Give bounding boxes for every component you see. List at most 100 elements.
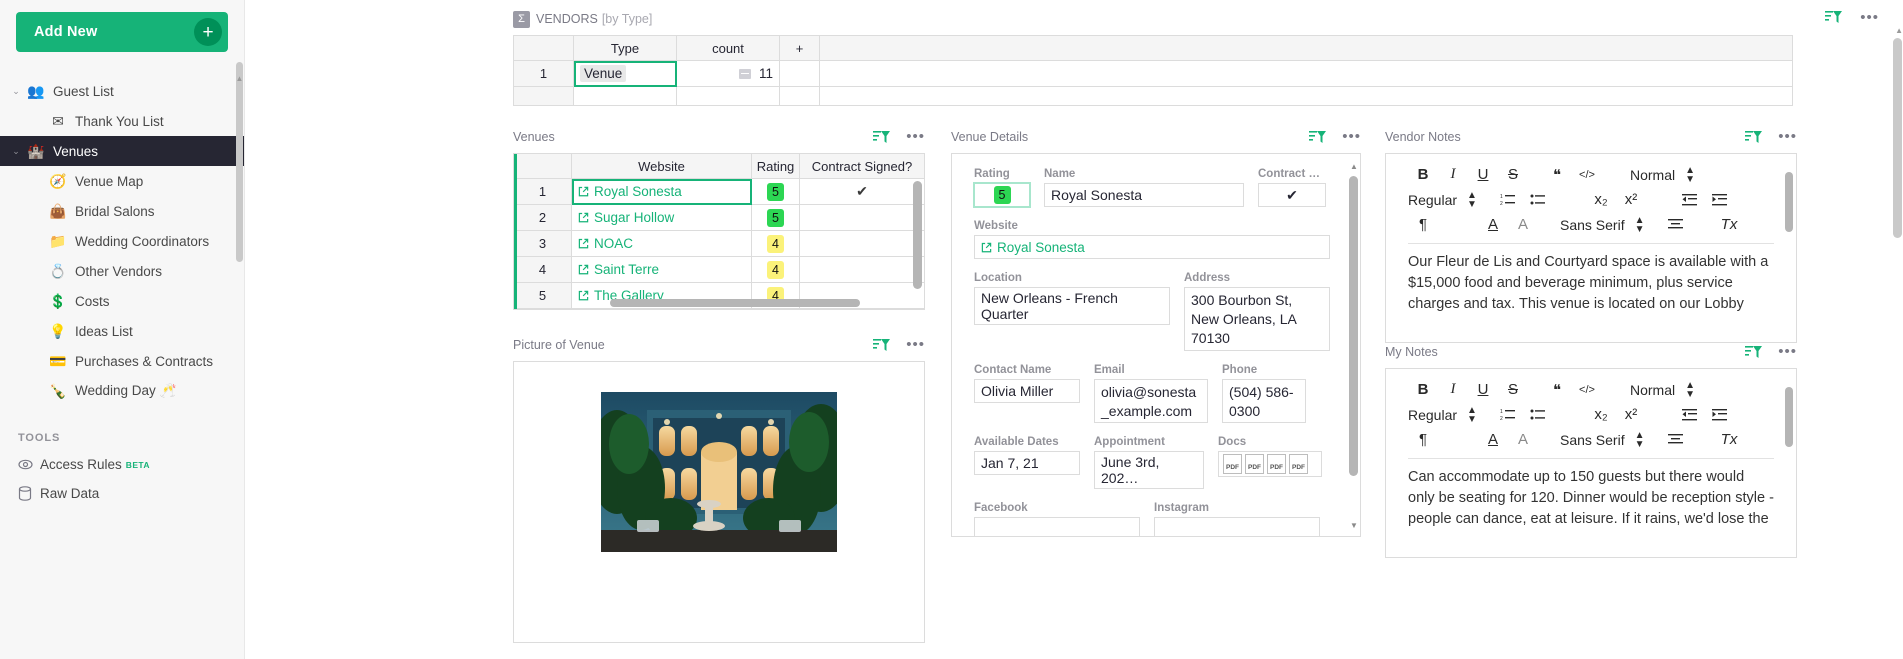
highlight-color-icon[interactable]: A bbox=[1508, 214, 1538, 236]
venue-cell-website[interactable]: Sugar Hollow bbox=[572, 205, 752, 231]
code-icon[interactable]: </> bbox=[1572, 164, 1602, 186]
docs-value[interactable]: PDFPDFPDFPDF bbox=[1218, 451, 1322, 477]
venue-website-link[interactable]: NOAC bbox=[578, 236, 633, 251]
table-row[interactable]: 1Royal Sonesta5✔ bbox=[514, 179, 924, 205]
venues-horizontal-scrollbar[interactable] bbox=[610, 299, 860, 307]
instagram-value[interactable] bbox=[1154, 517, 1320, 537]
italic-button[interactable]: I bbox=[1438, 164, 1468, 186]
venue-cell-rating[interactable]: 4 bbox=[752, 231, 800, 257]
paragraph-style-select[interactable]: Normal ▲▼ bbox=[1630, 166, 1695, 184]
paragraph-style-select[interactable]: Normal ▲▼ bbox=[1630, 381, 1695, 399]
details-scrollbar[interactable] bbox=[1349, 176, 1358, 476]
subscript-button[interactable]: x₂ bbox=[1586, 404, 1616, 426]
venue-website-link[interactable]: Royal Sonesta bbox=[578, 184, 682, 199]
indent-icon[interactable] bbox=[1704, 404, 1734, 426]
sort-filter-icon[interactable] bbox=[1309, 130, 1326, 145]
sort-filter-icon[interactable] bbox=[873, 130, 890, 145]
indent-icon[interactable] bbox=[1704, 189, 1734, 211]
tool-item-access-rules[interactable]: Access RulesBETA bbox=[0, 450, 244, 479]
table-row[interactable]: 4Saint Terre4 bbox=[514, 257, 924, 283]
venues-col-website[interactable]: Website bbox=[572, 154, 752, 179]
more-options-icon[interactable]: ••• bbox=[906, 133, 925, 141]
venue-cell-website[interactable]: Saint Terre bbox=[572, 257, 752, 283]
clear-formatting-button[interactable]: Tx bbox=[1714, 429, 1744, 451]
pdf-file-icon[interactable]: PDF bbox=[1267, 454, 1286, 474]
table-row[interactable]: 2Sugar Hollow5 bbox=[514, 205, 924, 231]
sidebar-item-thank-you-list[interactable]: ⌄✉Thank You List bbox=[0, 106, 244, 136]
font-family-select[interactable]: Sans Serif ▲▼ bbox=[1560, 216, 1656, 234]
clear-formatting-button[interactable]: Tx bbox=[1714, 214, 1744, 236]
more-options-icon[interactable]: ••• bbox=[1778, 348, 1797, 356]
venue-cell-rating[interactable]: 4 bbox=[752, 257, 800, 283]
sidebar-item-wedding-coordinators[interactable]: ⌄📁Wedding Coordinators bbox=[0, 226, 244, 256]
ordered-list-icon[interactable]: 12 bbox=[1492, 404, 1522, 426]
my-notes-scrollbar[interactable] bbox=[1785, 387, 1793, 447]
my-notes-body[interactable]: Can accommodate up to 150 guests but the… bbox=[1386, 459, 1796, 530]
venue-cell-signed[interactable] bbox=[800, 257, 924, 283]
phone-value[interactable]: (504) 586-0300 bbox=[1222, 379, 1306, 423]
text-color-icon[interactable]: A bbox=[1478, 214, 1508, 236]
bullet-list-icon[interactable] bbox=[1522, 189, 1552, 211]
venue-cell-signed[interactable] bbox=[800, 231, 924, 257]
sidebar-item-purchases-contracts[interactable]: ⌄💳Purchases & Contracts bbox=[0, 346, 244, 376]
superscript-button[interactable]: x² bbox=[1616, 189, 1646, 211]
chevron-down-icon[interactable]: ⌄ bbox=[8, 86, 24, 97]
appointment-value[interactable]: June 3rd, 202… bbox=[1094, 451, 1204, 489]
text-color-icon[interactable]: A bbox=[1478, 429, 1508, 451]
strikethrough-button[interactable]: S bbox=[1498, 164, 1528, 186]
website-value[interactable]: Royal Sonesta bbox=[974, 235, 1330, 259]
tool-item-raw-data[interactable]: Raw Data bbox=[0, 479, 244, 508]
pdf-file-icon[interactable]: PDF bbox=[1245, 454, 1264, 474]
bold-button[interactable]: B bbox=[1408, 379, 1438, 401]
venue-website-link[interactable]: Sugar Hollow bbox=[578, 210, 674, 225]
sidebar-item-venues[interactable]: ⌄🏰Venues bbox=[0, 136, 244, 166]
sidebar-item-ideas-list[interactable]: ⌄💡Ideas List bbox=[0, 316, 244, 346]
summary-col-count[interactable]: count bbox=[677, 36, 780, 61]
pdf-file-icon[interactable]: PDF bbox=[1223, 454, 1242, 474]
name-value[interactable]: Royal Sonesta bbox=[1044, 183, 1244, 207]
add-new-button[interactable]: Add New + bbox=[16, 12, 228, 52]
table-row[interactable]: 1 Venue 11 bbox=[514, 61, 1793, 87]
align-icon[interactable] bbox=[1660, 214, 1690, 236]
venue-cell-rating[interactable]: 5 bbox=[752, 179, 800, 205]
summary-cell-count[interactable]: 11 bbox=[677, 61, 780, 87]
font-weight-select[interactable]: Regular ▲▼ bbox=[1408, 406, 1492, 424]
sort-filter-icon[interactable] bbox=[873, 338, 890, 353]
contact-name-value[interactable]: Olivia Miller bbox=[974, 379, 1080, 403]
venues-vertical-scrollbar[interactable] bbox=[913, 181, 922, 289]
paragraph-direction-icon[interactable]: ¶ bbox=[1408, 429, 1438, 451]
sidebar-scrollbar[interactable] bbox=[236, 62, 243, 262]
sidebar-item-guest-list[interactable]: ⌄👥Guest List bbox=[0, 76, 244, 106]
superscript-button[interactable]: x² bbox=[1616, 404, 1646, 426]
underline-button[interactable]: U bbox=[1468, 164, 1498, 186]
scroll-up-icon[interactable]: ▲ bbox=[1349, 162, 1359, 171]
venue-cell-website[interactable]: NOAC bbox=[572, 231, 752, 257]
venue-website-link[interactable]: Saint Terre bbox=[578, 262, 659, 277]
picture-box[interactable] bbox=[513, 361, 925, 643]
chevron-down-icon[interactable]: ⌄ bbox=[8, 146, 24, 157]
facebook-value[interactable] bbox=[974, 517, 1140, 537]
align-icon[interactable] bbox=[1660, 429, 1690, 451]
highlight-color-icon[interactable]: A bbox=[1508, 429, 1538, 451]
blockquote-icon[interactable]: ❝ bbox=[1542, 379, 1572, 401]
italic-button[interactable]: I bbox=[1438, 379, 1468, 401]
summary-cell-type[interactable]: Venue bbox=[574, 61, 677, 87]
more-options-icon[interactable]: ••• bbox=[1860, 14, 1879, 22]
vendor-notes-body[interactable]: Our Fleur de Lis and Courtyard space is … bbox=[1386, 244, 1796, 315]
venue-cell-rating[interactable]: 5 bbox=[752, 205, 800, 231]
more-options-icon[interactable]: ••• bbox=[1342, 133, 1361, 141]
available-dates-value[interactable]: Jan 7, 21 bbox=[974, 451, 1080, 475]
sidebar-item-costs[interactable]: ⌄💲Costs bbox=[0, 286, 244, 316]
pdf-file-icon[interactable]: PDF bbox=[1289, 454, 1308, 474]
website-link[interactable]: Royal Sonesta bbox=[981, 240, 1085, 255]
summary-add-column-button[interactable]: + bbox=[780, 36, 820, 61]
underline-button[interactable]: U bbox=[1468, 379, 1498, 401]
location-value[interactable]: New Orleans - French Quarter bbox=[974, 287, 1170, 325]
ordered-list-icon[interactable]: 12 bbox=[1492, 189, 1522, 211]
blockquote-icon[interactable]: ❝ bbox=[1542, 164, 1572, 186]
page-scrollbar[interactable] bbox=[1893, 38, 1902, 238]
address-value[interactable]: 300 Bourbon St, New Orleans, LA 70130 bbox=[1184, 287, 1330, 351]
table-row[interactable]: 3NOAC4 bbox=[514, 231, 924, 257]
rating-value[interactable]: 5 bbox=[974, 183, 1030, 207]
sort-filter-icon[interactable] bbox=[1825, 10, 1842, 25]
